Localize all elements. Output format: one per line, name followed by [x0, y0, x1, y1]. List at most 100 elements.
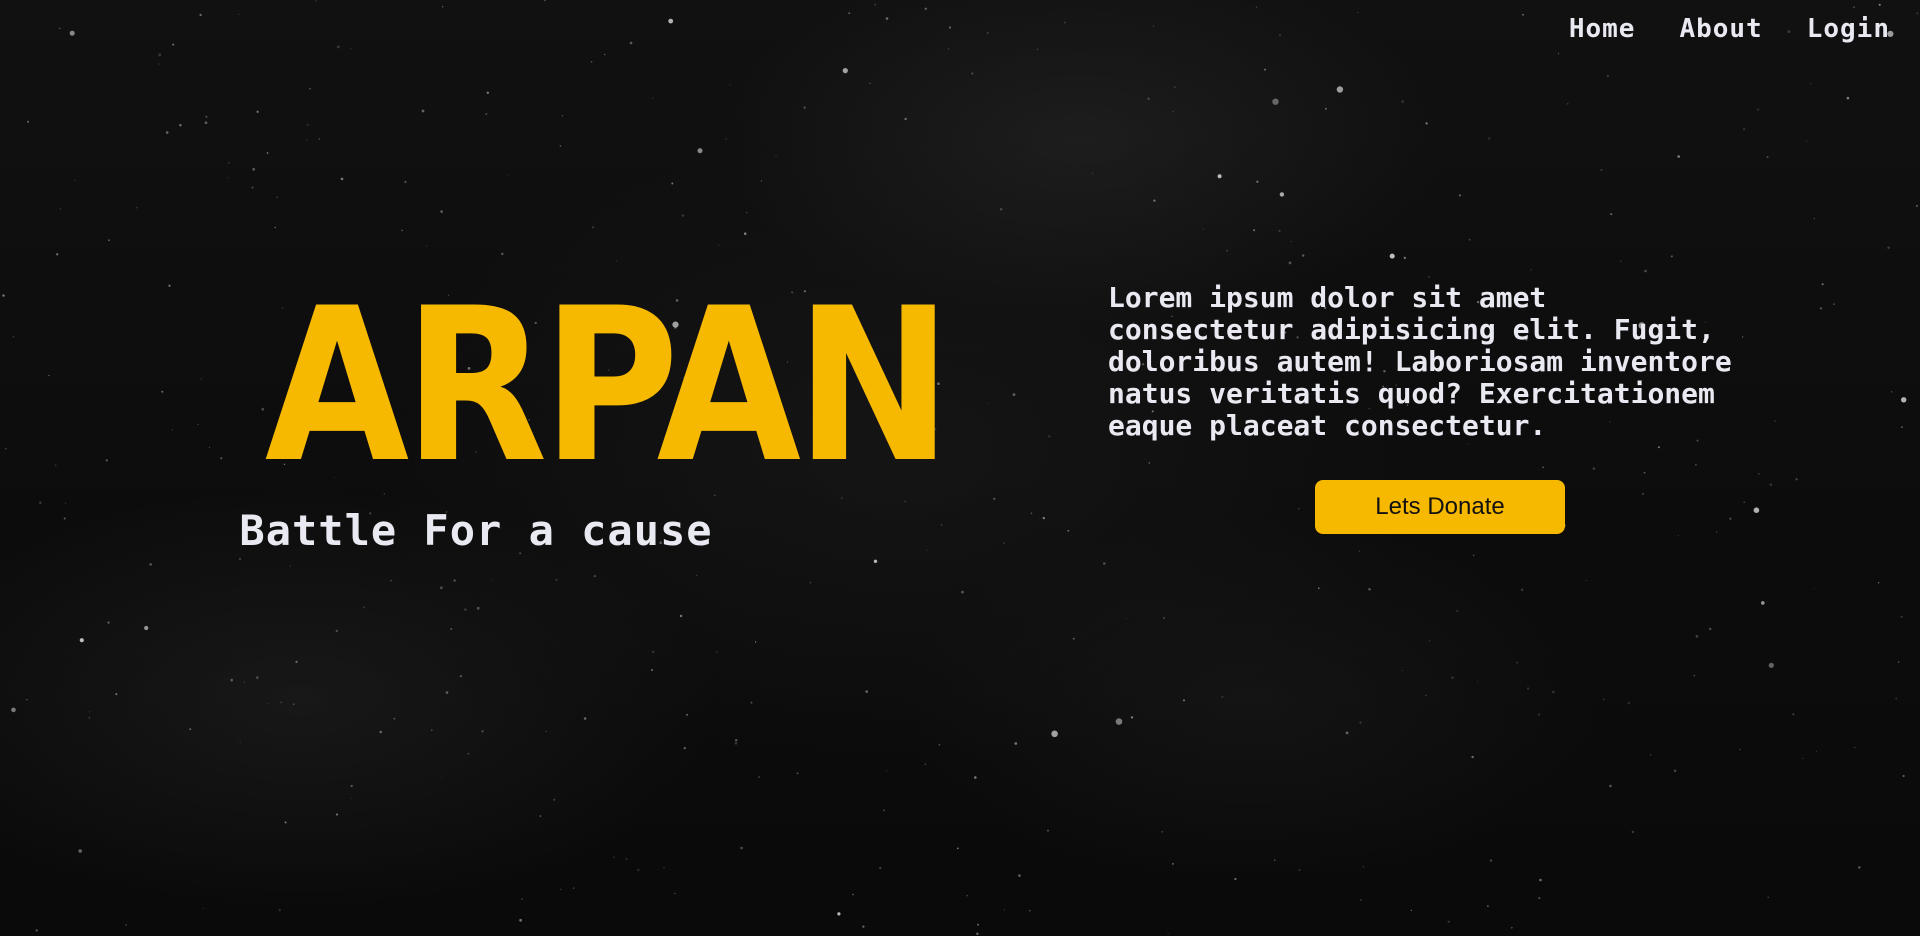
- star-speck: [208, 446, 210, 448]
- star-speck: [1609, 784, 1612, 788]
- star-speck: [842, 68, 848, 74]
- star-speck: [1362, 866, 1364, 868]
- star-speck: [629, 41, 633, 45]
- star-speck: [350, 784, 353, 788]
- nav-about-link[interactable]: About: [1679, 10, 1762, 48]
- star-speck: [172, 43, 175, 46]
- star-speck: [69, 30, 75, 36]
- star-speck: [668, 18, 674, 24]
- star-speck: [1695, 635, 1699, 638]
- star-speck: [1520, 588, 1524, 592]
- star-speck: [421, 109, 425, 113]
- star-speck: [760, 180, 763, 182]
- star-speck: [1429, 640, 1431, 642]
- star-speck: [1900, 615, 1903, 618]
- star-speck: [1585, 580, 1587, 582]
- star-speck: [1048, 435, 1051, 438]
- star-speck: [1447, 920, 1450, 923]
- star-speck: [4, 447, 7, 450]
- star-speck: [251, 186, 254, 189]
- star-speck: [947, 47, 950, 50]
- star-speck: [78, 849, 82, 853]
- star-speck: [35, 929, 38, 932]
- star-speck: [431, 729, 433, 731]
- star-speck: [200, 378, 203, 380]
- star-speck: [1425, 122, 1428, 125]
- star-speck: [1471, 755, 1474, 759]
- star-speck: [697, 148, 703, 154]
- star-speck: [1627, 701, 1631, 705]
- star-speck: [227, 161, 230, 164]
- star-speck: [485, 113, 488, 115]
- star-speck: [1768, 662, 1774, 668]
- star-speck: [1360, 899, 1362, 901]
- star-speck: [1743, 128, 1745, 130]
- star-speck: [561, 115, 564, 117]
- star-speck: [869, 82, 871, 85]
- star-speck: [559, 145, 562, 147]
- star-speck: [54, 464, 57, 467]
- star-speck: [1012, 393, 1016, 396]
- star-speck: [276, 196, 278, 198]
- star-speck: [453, 579, 456, 582]
- star-speck: [48, 374, 50, 377]
- star-speck: [425, 245, 428, 247]
- star-speck: [336, 45, 340, 49]
- star-speck: [205, 115, 208, 118]
- star-speck: [1067, 529, 1070, 532]
- star-speck: [718, 244, 720, 246]
- star-speck: [255, 676, 259, 679]
- star-speck: [2, 294, 5, 297]
- star-speck: [1753, 507, 1760, 513]
- star-speck: [679, 614, 683, 618]
- star-speck: [238, 13, 240, 15]
- star-speck: [1152, 25, 1155, 27]
- star-speck: [993, 497, 996, 500]
- star-speck: [1217, 174, 1222, 179]
- nav-home-link[interactable]: Home: [1569, 10, 1636, 48]
- star-speck: [1427, 275, 1430, 278]
- star-speck: [583, 717, 587, 720]
- star-speck: [1288, 261, 1292, 265]
- star-speck: [305, 139, 308, 141]
- donate-button[interactable]: Lets Donate: [1315, 480, 1565, 534]
- star-speck: [318, 138, 320, 140]
- star-speck: [987, 32, 989, 34]
- star-speck: [442, 6, 444, 8]
- star-speck: [1895, 697, 1898, 700]
- star-speck: [1814, 588, 1816, 590]
- star-speck: [108, 239, 110, 242]
- star-speck: [1767, 896, 1769, 898]
- star-speck: [874, 3, 876, 6]
- star-speck: [674, 892, 676, 895]
- star-speck: [926, 549, 928, 552]
- star-speck: [560, 888, 562, 891]
- star-speck: [865, 690, 868, 693]
- star-speck: [1477, 680, 1479, 682]
- star-speck: [1425, 694, 1427, 696]
- star-speck: [379, 730, 383, 734]
- star-speck: [1877, 582, 1880, 584]
- star-speck: [165, 131, 169, 134]
- star-speck: [740, 846, 743, 850]
- star-speck: [1368, 588, 1371, 591]
- star-speck: [440, 210, 443, 213]
- star-speck: [1403, 256, 1406, 259]
- star-speck: [1290, 240, 1293, 243]
- star-speck: [1389, 253, 1395, 259]
- star-speck: [651, 669, 653, 671]
- star-speck: [1600, 168, 1603, 172]
- star-speck: [848, 12, 851, 15]
- star-speck: [1854, 746, 1856, 749]
- star-speck: [681, 214, 685, 217]
- star-speck: [1853, 6, 1856, 9]
- star-speck: [11, 707, 16, 713]
- star-speck: [1527, 687, 1530, 690]
- nav-login-link[interactable]: Login: [1807, 10, 1890, 48]
- star-speck: [803, 106, 806, 109]
- star-speck: [1810, 83, 1812, 85]
- star-speck: [1171, 862, 1174, 865]
- star-speck: [1802, 757, 1804, 760]
- star-speck: [1458, 194, 1461, 197]
- star-speck: [1256, 180, 1259, 183]
